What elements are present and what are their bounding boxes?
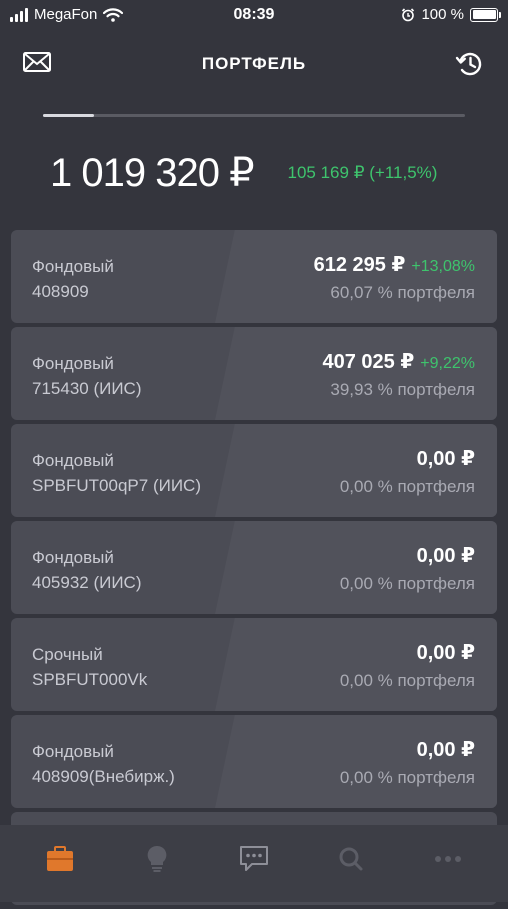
- battery-icon: [470, 7, 501, 22]
- account-share: 39,93 % портфеля: [330, 380, 475, 399]
- tab-bar: [0, 825, 508, 902]
- account-amount: 0,00 ₽: [416, 739, 475, 761]
- battery-label: 100 %: [421, 6, 464, 23]
- account-amount: 0,00 ₽: [416, 642, 475, 664]
- tab-chat[interactable]: [234, 839, 274, 879]
- account-type: Фондовый: [32, 257, 114, 276]
- account-amount: 0,00 ₽: [416, 545, 475, 567]
- portfolio-change: 105 169 ₽ (+11,5%): [287, 163, 438, 182]
- account-amount: 612 295 ₽: [313, 254, 406, 276]
- account-id: 408909: [32, 282, 89, 301]
- history-icon: [455, 52, 482, 76]
- account-type: Фондовый: [32, 742, 114, 761]
- account-amount: 407 025 ₽: [322, 351, 415, 373]
- account-card[interactable]: Фондовый SPBFUT00qP7 (ИИС) 0,00 ₽ 0,00 %…: [11, 424, 497, 517]
- account-id: 408909(Внебирж.): [32, 767, 175, 786]
- account-share: 0,00 % портфеля: [339, 671, 475, 690]
- search-icon: [339, 847, 363, 871]
- account-type: Фондовый: [32, 354, 114, 373]
- account-card[interactable]: Фондовый 405932 (ИИС) 0,00 ₽ 0,00 % порт…: [11, 521, 497, 614]
- account-type: Срочный: [32, 645, 103, 664]
- account-card[interactable]: Фондовый 408909(Внебирж.) 0,00 ₽ 0,00 % …: [11, 715, 497, 808]
- portfolio-total: 1 019 320 ₽: [50, 151, 255, 195]
- tab-portfolio[interactable]: [40, 839, 80, 879]
- account-id: 405932 (ИИС): [32, 573, 142, 592]
- account-id: SPBFUT00qP7 (ИИС): [32, 476, 201, 495]
- accounts-list: Фондовый 408909 612 295 ₽ +13,08% 60,07 %…: [11, 230, 497, 909]
- page-indicator-fill: [43, 114, 94, 117]
- account-id: SPBFUT000Vk: [32, 670, 148, 689]
- nav-header: ПОРТФЕЛЬ: [0, 40, 508, 88]
- chat-icon: [240, 846, 268, 871]
- account-share: 0,00 % портфеля: [339, 768, 475, 787]
- tab-search[interactable]: [331, 839, 371, 879]
- account-card[interactable]: Фондовый 715430 (ИИС) 407 025 ₽ +9,22% 39…: [11, 327, 497, 420]
- more-icon: [435, 856, 461, 862]
- alarm-icon: [402, 7, 415, 21]
- status-right: 100 %: [401, 6, 501, 23]
- status-bar: MegaFon 08:39 100 %: [0, 0, 508, 30]
- portfolio-summary: 1 019 320 ₽ 105 169 ₽ (+11,5%): [50, 148, 468, 198]
- page-title: ПОРТФЕЛЬ: [201, 54, 307, 73]
- tab-more[interactable]: [428, 839, 468, 879]
- history-button[interactable]: [454, 48, 486, 80]
- account-card[interactable]: Фондовый 408909 612 295 ₽ +13,08% 60,07 %…: [11, 230, 497, 323]
- tab-ideas[interactable]: [137, 839, 177, 879]
- account-type: Фондовый: [32, 548, 114, 567]
- account-change: +13,08%: [411, 258, 475, 275]
- account-share: 60,07 % портфеля: [330, 283, 475, 302]
- account-share: 0,00 % портфеля: [339, 574, 475, 593]
- page-indicator: [43, 114, 465, 117]
- account-amount: 0,00 ₽: [416, 448, 475, 470]
- lightbulb-icon: [147, 845, 167, 872]
- account-change: +9,22%: [420, 355, 475, 372]
- account-type: Фондовый: [32, 451, 114, 470]
- briefcase-icon: [47, 846, 73, 871]
- account-share: 0,00 % портфеля: [339, 477, 475, 496]
- account-id: 715430 (ИИС): [32, 379, 142, 398]
- account-card[interactable]: Срочный SPBFUT000Vk 0,00 ₽ 0,00 % портфе…: [11, 618, 497, 711]
